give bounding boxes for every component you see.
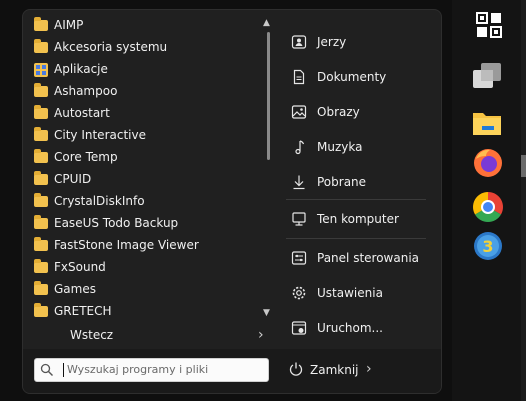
program-item-faststone-image-viewer[interactable]: FastStone Image Viewer — [23, 235, 268, 257]
program-label: Core Temp — [54, 150, 118, 164]
program-label: FastStone Image Viewer — [54, 238, 199, 252]
shutdown-button[interactable]: Zamknij › — [288, 361, 388, 385]
computer-icon — [291, 211, 307, 227]
program-item-cpuid[interactable]: CPUID — [23, 169, 268, 191]
folder-icon — [34, 105, 48, 119]
gear-icon — [291, 285, 307, 301]
folder-icon — [34, 83, 48, 97]
program-list[interactable]: AIMP Akcesoria systemu Aplikacje Ashampo… — [23, 10, 276, 323]
folder-icon — [34, 17, 48, 31]
place-item-panel-sterowania[interactable]: Panel sterowania — [276, 243, 441, 273]
back-button[interactable]: Wstecz › — [23, 323, 276, 349]
control-panel-icon — [291, 250, 307, 266]
places-list: Jerzy Dokumenty Obrazy Muzyka Pobrane Te… — [276, 10, 441, 350]
place-item-uruchom[interactable]: Uruchom... — [276, 313, 441, 343]
pictures-icon — [291, 104, 307, 120]
program-label: City Interactive — [54, 128, 146, 142]
chevron-right-icon[interactable]: › — [366, 361, 372, 377]
shutdown-label: Zamknij — [310, 363, 359, 377]
folder-icon — [34, 237, 48, 251]
apps-grid-icon — [34, 63, 48, 77]
program-item-gretech[interactable]: GRETECH — [23, 301, 268, 323]
program-item-fxsound[interactable]: FxSound — [23, 257, 268, 279]
place-label: Pobrane — [317, 175, 367, 189]
place-item-obrazy[interactable]: Obrazy — [276, 97, 441, 127]
divider — [286, 238, 426, 239]
scroll-up-arrow-icon[interactable]: ▲ — [263, 18, 270, 28]
program-label: Autostart — [54, 106, 110, 120]
program-item-crystaldiskinfo[interactable]: CrystalDiskInfo — [23, 191, 268, 213]
screen-edge — [521, 0, 526, 401]
start-grid-icon[interactable] — [475, 11, 507, 43]
program-item-ashampoo[interactable]: Ashampoo — [23, 81, 268, 103]
program-item-easeus-todo-backup[interactable]: EaseUS Todo Backup — [23, 213, 268, 235]
program-item-city-interactive[interactable]: City Interactive — [23, 125, 268, 147]
window-indicator — [521, 155, 526, 177]
file-explorer-icon[interactable] — [471, 107, 503, 139]
chevron-right-icon: › — [258, 327, 264, 343]
scroll-down-arrow-icon[interactable]: ▼ — [263, 308, 270, 318]
chrome-icon[interactable] — [472, 191, 504, 223]
folder-icon — [34, 259, 48, 273]
program-item-games[interactable]: Games — [23, 279, 268, 301]
folder-icon — [34, 303, 48, 317]
place-label: Dokumenty — [317, 70, 387, 84]
app-3-icon[interactable]: 3 — [472, 230, 504, 262]
folder-icon — [34, 281, 48, 295]
run-icon — [291, 320, 307, 336]
svg-text:3: 3 — [482, 237, 493, 256]
program-label: FxSound — [54, 260, 106, 274]
program-label: CrystalDiskInfo — [54, 194, 145, 208]
place-label: Jerzy — [317, 35, 347, 49]
place-item-pobrane[interactable]: Pobrane — [276, 167, 441, 197]
firefox-icon[interactable] — [472, 147, 504, 179]
program-label: Ashampoo — [54, 84, 118, 98]
program-item-core-temp[interactable]: Core Temp — [23, 147, 268, 169]
folder-icon — [34, 39, 48, 53]
search-icon — [40, 362, 53, 376]
download-icon — [291, 174, 307, 190]
search-input[interactable]: Wyszukaj programy i pliki — [34, 358, 269, 382]
place-item-jerzy[interactable]: Jerzy — [276, 27, 441, 57]
document-icon — [291, 69, 307, 85]
program-label: Games — [54, 282, 96, 296]
program-label: AIMP — [54, 18, 84, 32]
folder-icon — [34, 171, 48, 185]
place-label: Uruchom... — [317, 321, 383, 335]
place-item-muzyka[interactable]: Muzyka — [276, 132, 441, 162]
place-label: Ustawienia — [317, 286, 383, 300]
text-cursor — [63, 363, 64, 377]
place-label: Obrazy — [317, 105, 360, 119]
folder-icon — [34, 127, 48, 141]
music-icon — [291, 139, 307, 155]
place-item-dokumenty[interactable]: Dokumenty — [276, 62, 441, 92]
program-item-akcesoria-systemu[interactable]: Akcesoria systemu — [23, 37, 268, 59]
divider — [286, 199, 426, 200]
search-placeholder: Wyszukaj programy i pliki — [67, 363, 209, 376]
place-label: Muzyka — [317, 140, 363, 154]
place-label: Panel sterowania — [317, 251, 419, 265]
program-item-aimp[interactable]: AIMP — [23, 15, 268, 37]
user-icon — [291, 34, 307, 50]
program-label: Aplikacje — [54, 62, 108, 76]
program-item-aplikacje[interactable]: Aplikacje — [23, 59, 268, 81]
program-item-autostart[interactable]: Autostart — [23, 103, 268, 125]
power-icon — [288, 361, 304, 377]
program-label: Akcesoria systemu — [54, 40, 168, 54]
folder-icon — [34, 215, 48, 229]
program-label: EaseUS Todo Backup — [54, 216, 179, 230]
back-label: Wstecz — [70, 328, 114, 342]
start-menu-bottom-bar: Wyszukaj programy i pliki Zamknij › — [23, 349, 441, 393]
program-label: CPUID — [54, 172, 92, 186]
task-view-icon[interactable] — [471, 60, 503, 92]
program-label: GRETECH — [54, 304, 112, 318]
place-item-ustawienia[interactable]: Ustawienia — [276, 278, 441, 308]
taskbar: 3 — [452, 0, 526, 401]
start-menu: AIMP Akcesoria systemu Aplikacje Ashampo… — [22, 9, 442, 394]
folder-icon — [34, 149, 48, 163]
scrollbar-thumb[interactable] — [267, 32, 270, 160]
place-label: Ten komputer — [317, 212, 399, 226]
folder-icon — [34, 193, 48, 207]
place-item-ten-komputer[interactable]: Ten komputer — [276, 204, 441, 234]
